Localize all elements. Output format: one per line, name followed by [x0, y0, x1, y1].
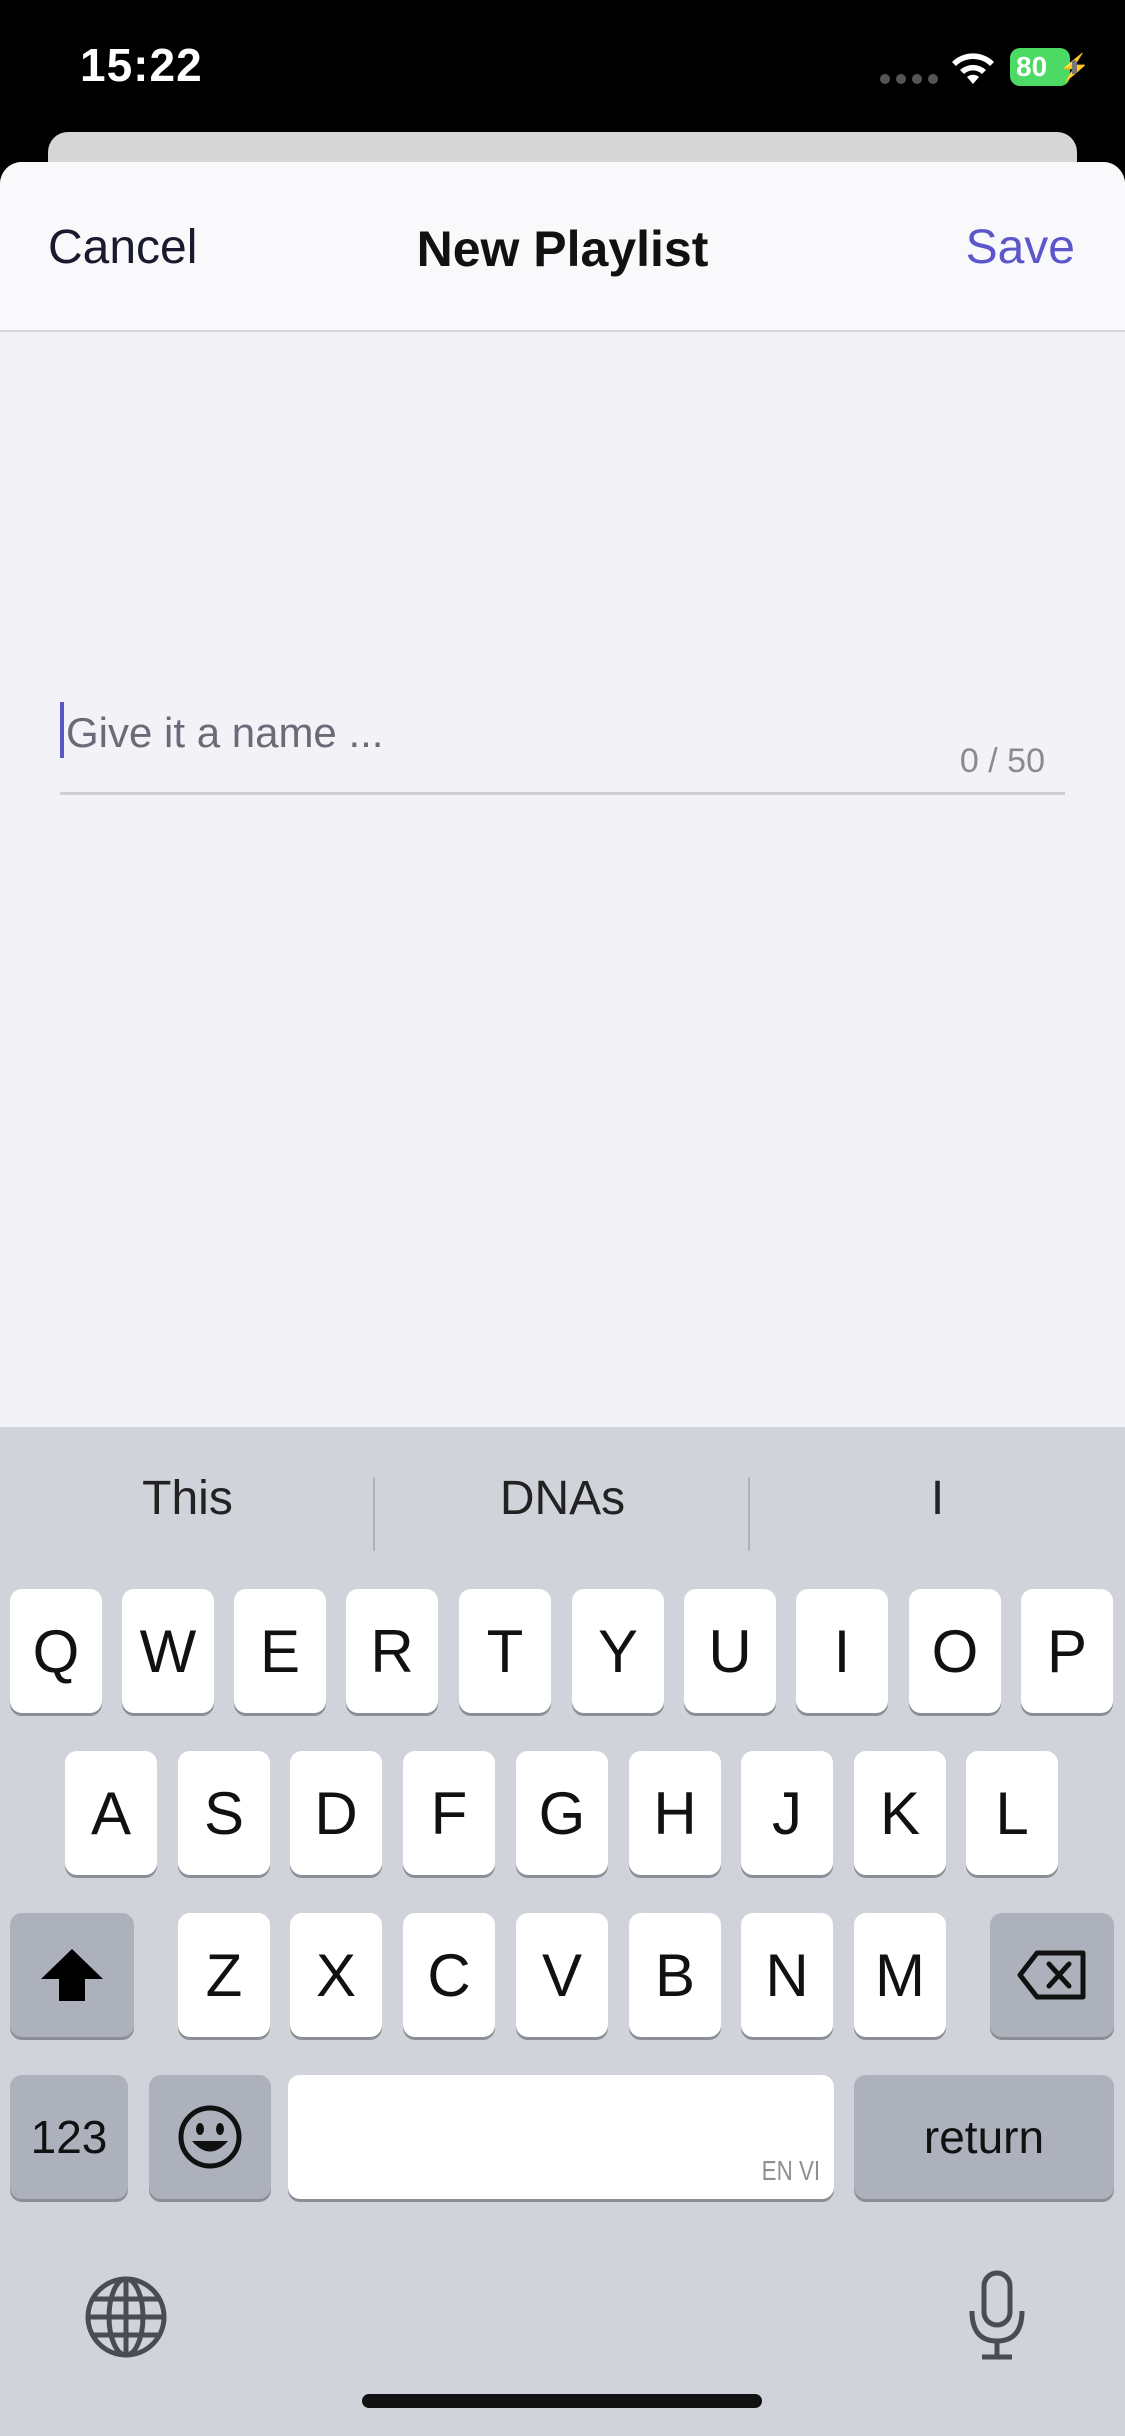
key-z[interactable]: Z [178, 1913, 270, 2037]
globe-icon[interactable] [84, 2275, 168, 2359]
suggestion-1[interactable]: This [0, 1471, 375, 1526]
home-indicator[interactable] [362, 2394, 762, 2408]
key-y[interactable]: Y [572, 1589, 664, 1713]
key-l[interactable]: L [966, 1751, 1058, 1875]
wifi-icon [952, 53, 994, 84]
key-q[interactable]: Q [10, 1589, 102, 1713]
key-m[interactable]: M [854, 1913, 946, 2037]
key-i[interactable]: I [796, 1589, 888, 1713]
space-language-label: EN VI [761, 2155, 820, 2186]
key-p[interactable]: P [1021, 1589, 1113, 1713]
emoji-key[interactable] [149, 2075, 271, 2199]
return-key[interactable]: return [854, 2075, 1114, 2199]
key-v[interactable]: V [516, 1913, 608, 2037]
key-s[interactable]: S [178, 1751, 270, 1875]
key-x[interactable]: X [290, 1913, 382, 2037]
key-g[interactable]: G [516, 1751, 608, 1875]
playlist-name-field[interactable]: 0 / 50 [60, 682, 1065, 795]
shift-arrow-icon [41, 1949, 103, 2001]
save-button[interactable]: Save [966, 220, 1075, 275]
shift-key[interactable] [10, 1913, 134, 2037]
suggestion-3[interactable]: I [750, 1471, 1125, 1526]
nav-bar: Cancel New Playlist Save [0, 162, 1125, 332]
key-c[interactable]: C [403, 1913, 495, 2037]
key-a[interactable]: A [65, 1751, 157, 1875]
character-counter: 0 / 50 [959, 742, 1045, 780]
emoji-icon [178, 2105, 242, 2169]
key-t[interactable]: T [459, 1589, 551, 1713]
key-u[interactable]: U [684, 1589, 776, 1713]
new-playlist-sheet: Cancel New Playlist Save 0 / 50 [0, 162, 1125, 1427]
status-bar: 15:22 80 ⚡ [0, 0, 1125, 140]
key-e[interactable]: E [234, 1589, 326, 1713]
key-k[interactable]: K [854, 1751, 946, 1875]
cancel-button[interactable]: Cancel [48, 220, 197, 275]
status-time: 15:22 [80, 39, 203, 91]
suggestion-2[interactable]: DNAs [375, 1471, 750, 1526]
delete-key[interactable] [990, 1913, 1114, 2037]
key-d[interactable]: D [290, 1751, 382, 1875]
key-n[interactable]: N [741, 1913, 833, 2037]
key-j[interactable]: J [741, 1751, 833, 1875]
suggestion-bar: This DNAs I [0, 1427, 1125, 1577]
key-w[interactable]: W [122, 1589, 214, 1713]
battery-icon: 80 ⚡ [1010, 48, 1090, 86]
key-o[interactable]: O [909, 1589, 1001, 1713]
numbers-key[interactable]: 123 [10, 2075, 128, 2199]
space-key[interactable]: EN VI [288, 2075, 834, 2199]
playlist-name-input[interactable] [64, 692, 868, 774]
key-h[interactable]: H [629, 1751, 721, 1875]
key-f[interactable]: F [403, 1751, 495, 1875]
backspace-icon [1017, 1950, 1086, 2000]
keyboard: This DNAs I Q W E R T Y U I O P A S D F … [0, 1427, 1125, 2436]
key-r[interactable]: R [346, 1589, 438, 1713]
key-b[interactable]: B [629, 1913, 721, 2037]
microphone-icon[interactable] [964, 2269, 1030, 2363]
cellular-signal-icon [880, 74, 938, 84]
